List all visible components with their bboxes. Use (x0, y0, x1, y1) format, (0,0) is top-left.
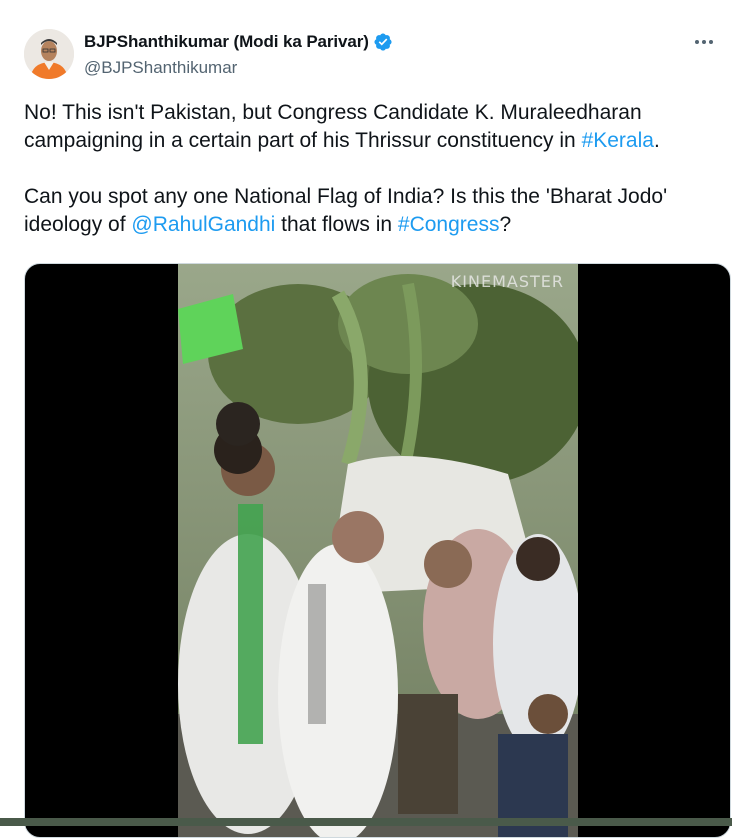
video-watermark: KINEMASTER (450, 272, 564, 291)
tweet-paragraph-1: No! This isn't Pakistan, but Congress Ca… (24, 99, 714, 155)
tweet-text-segment: ? (499, 213, 512, 236)
bottom-bar (0, 818, 732, 826)
tweet-text-segment: . (653, 129, 660, 152)
tweet: BJPShanthikumar (Modi ka Parivar) @BJPSh… (0, 0, 732, 838)
verified-badge-icon (374, 33, 392, 51)
video-player[interactable]: KINEMASTER (24, 263, 731, 838)
author-name-row[interactable]: BJPShanthikumar (Modi ka Parivar) (84, 32, 393, 52)
author-handle[interactable]: @BJPShanthikumar (84, 58, 237, 78)
hashtag-congress[interactable]: #Congress (398, 213, 500, 236)
author-display-name[interactable]: BJPShanthikumar (Modi ka Parivar) (84, 32, 369, 52)
mention-rahulgandhi[interactable]: @RahulGandhi (131, 213, 275, 236)
tweet-text-segment: that flows in (275, 213, 398, 236)
video-frame[interactable]: KINEMASTER (178, 264, 578, 837)
video-still (178, 264, 578, 837)
more-options-icon[interactable] (692, 30, 716, 54)
avatar[interactable] (24, 29, 74, 79)
tweet-text-segment: No! This isn't Pakistan, but Congress Ca… (24, 101, 642, 152)
tweet-text: No! This isn't Pakistan, but Congress Ca… (24, 99, 714, 239)
tweet-paragraph-2: Can you spot any one National Flag of In… (24, 183, 714, 239)
hashtag-kerala[interactable]: #Kerala (582, 129, 654, 152)
